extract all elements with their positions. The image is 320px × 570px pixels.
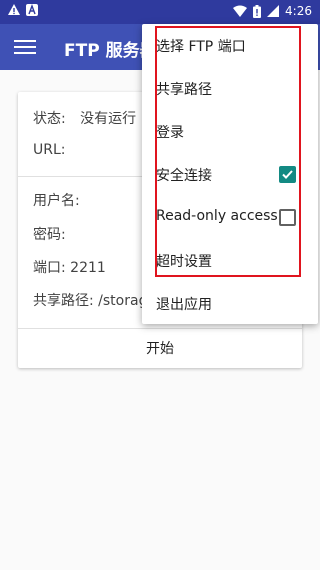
url-label: URL:: [33, 142, 66, 158]
menu-item-read-only-access[interactable]: Read-only access: [142, 196, 318, 239]
status-value: 没有运行: [80, 111, 137, 127]
signal-icon: [267, 5, 280, 17]
status-row: 状态: 没有运行: [33, 108, 136, 128]
menu-item-select-ftp-port[interactable]: 选择 FTP 端口: [142, 24, 318, 67]
menu-item-label: 共享路径: [156, 82, 212, 98]
start-button[interactable]: 开始: [18, 330, 302, 368]
secure-connection-checkbox[interactable]: [279, 166, 296, 183]
battery-alert-icon: [253, 4, 262, 18]
read-only-access-checkbox[interactable]: [279, 209, 296, 226]
hamburger-icon[interactable]: [14, 37, 36, 57]
overflow-menu: 选择 FTP 端口 共享路径 登录 安全连接 Read-only access …: [142, 24, 318, 324]
notification-a-icon: [26, 4, 38, 16]
password-label: 密码:: [33, 227, 66, 243]
menu-item-label: 选择 FTP 端口: [156, 39, 246, 55]
divider: [18, 328, 302, 329]
menu-item-secure-connection[interactable]: 安全连接: [142, 153, 318, 196]
status-label: 状态:: [33, 111, 66, 127]
warning-icon: [8, 4, 20, 16]
wifi-icon: [233, 5, 248, 17]
menu-item-label: 安全连接: [156, 168, 212, 184]
menu-item-exit-app[interactable]: 退出应用: [142, 282, 318, 325]
menu-item-label: 超时设置: [156, 254, 212, 270]
menu-item-share-path[interactable]: 共享路径: [142, 67, 318, 110]
menu-item-label: Read-only access: [156, 208, 278, 224]
share-path-label: 共享路径: /storag: [33, 293, 148, 309]
menu-item-label: 登录: [156, 125, 184, 141]
status-bar: 4:26: [0, 0, 320, 24]
username-label: 用户名:: [33, 193, 80, 209]
status-time: 4:26: [285, 4, 312, 18]
port-label: 端口: 2211: [33, 260, 106, 276]
menu-item-label: 退出应用: [156, 297, 212, 313]
menu-item-login[interactable]: 登录: [142, 110, 318, 153]
menu-item-timeout-settings[interactable]: 超时设置: [142, 239, 318, 282]
